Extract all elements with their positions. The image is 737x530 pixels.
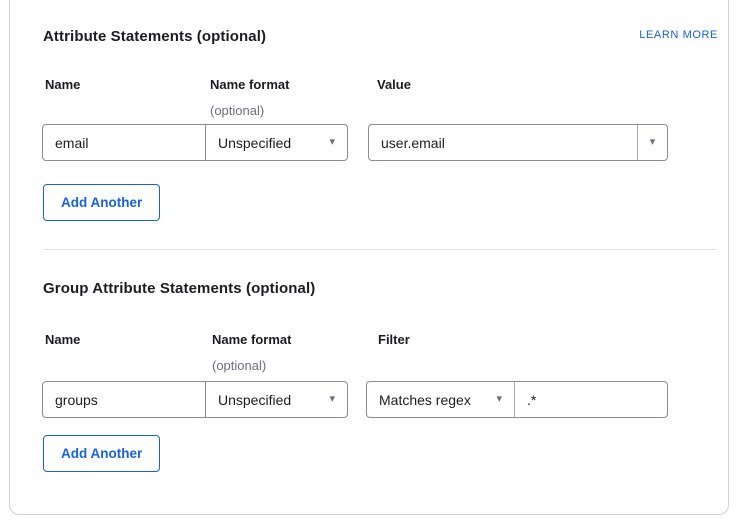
attr-name-input[interactable]	[43, 125, 205, 160]
saml-settings-card: Attribute Statements (optional) LEARN MO…	[9, 0, 729, 515]
chevron-down-icon: ▾	[329, 394, 335, 405]
group-name-input[interactable]	[43, 382, 205, 417]
attr-name-field	[42, 124, 206, 161]
chevron-down-icon: ▾	[496, 394, 502, 405]
attr-name-column-label: Name	[45, 77, 80, 92]
attr-value-input[interactable]	[369, 125, 637, 160]
attr-value-column-label: Value	[377, 77, 411, 92]
group-name-field	[42, 381, 206, 418]
group-name-format-column-label: Name format	[212, 332, 291, 347]
group-name-column-label: Name	[45, 332, 80, 347]
group-filter-type-selected-value: Matches regex	[379, 392, 471, 408]
group-add-another-button[interactable]: Add Another	[43, 435, 160, 472]
attr-name-format-select[interactable]: Unspecified ▾	[205, 124, 348, 161]
group-name-format-selected-value: Unspecified	[218, 392, 291, 408]
attribute-statements-title: Attribute Statements (optional)	[43, 28, 266, 45]
attr-name-format-column-label: Name format	[210, 77, 289, 92]
attr-value-input-wrap	[369, 125, 637, 160]
learn-more-link[interactable]: LEARN MORE	[600, 29, 718, 41]
group-name-format-select[interactable]: Unspecified ▾	[205, 381, 348, 418]
group-filter-type-select[interactable]: Matches regex ▾	[367, 382, 515, 417]
group-filter-column-label: Filter	[378, 332, 410, 347]
section-divider-mid	[43, 249, 717, 250]
attr-name-format-selected-value: Unspecified	[218, 135, 291, 151]
group-filter-value-input[interactable]	[515, 382, 667, 417]
attr-name-format-optional-note: (optional)	[210, 103, 264, 118]
group-filter-value-wrap	[515, 382, 667, 417]
group-filter-combobox: Matches regex ▾	[366, 381, 668, 418]
attr-add-another-button[interactable]: Add Another	[43, 184, 160, 221]
chevron-down-icon: ▾	[650, 137, 656, 148]
attr-value-combobox: ▾	[368, 124, 668, 161]
group-name-format-optional-note: (optional)	[212, 358, 266, 373]
chevron-down-icon: ▾	[329, 137, 335, 148]
attr-value-dropdown-button[interactable]: ▾	[637, 125, 667, 160]
group-attribute-statements-title: Group Attribute Statements (optional)	[43, 280, 315, 297]
